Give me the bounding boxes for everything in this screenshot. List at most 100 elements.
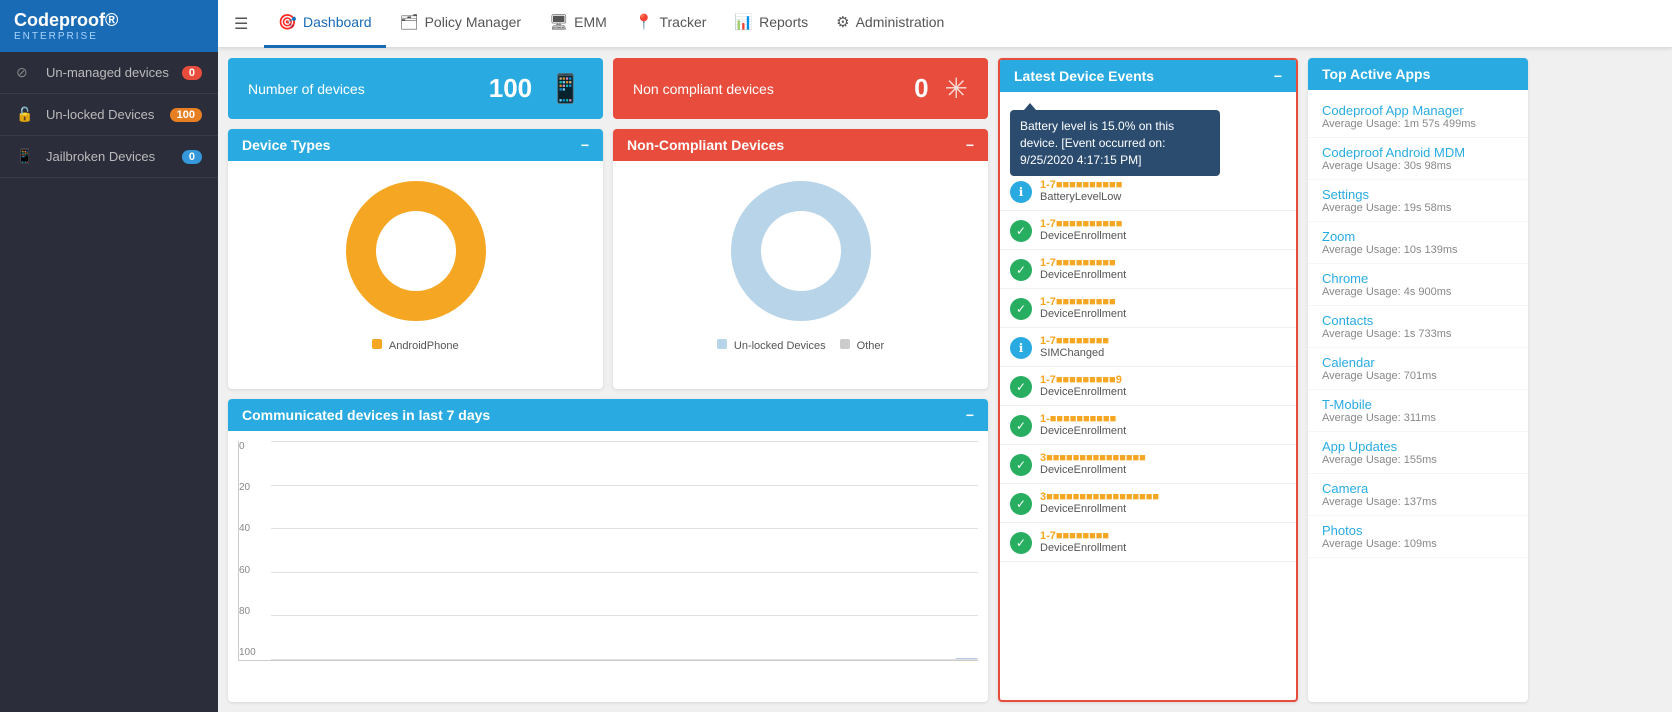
sidebar-item-unlocked[interactable]: 🔓Un-locked Devices100 (0, 94, 218, 136)
app-usage: Average Usage: 311ms (1322, 412, 1514, 424)
event-icon-check: ✓ (1010, 376, 1032, 398)
app-usage: Average Usage: 155ms (1322, 454, 1514, 466)
device-types-title: Device Types (242, 137, 330, 153)
devices-stat-value: 100 (489, 73, 532, 104)
nav-label-emm: EMM (574, 14, 607, 30)
event-text: 1-7■■■■■■■■■9DeviceEnrollment (1040, 374, 1126, 398)
sidebar: Codeproof® ENTERPRISE ⊘Un-managed device… (0, 0, 218, 712)
sidebar-label-jailbroken: Jailbroken Devices (46, 149, 182, 164)
nav-item-emm[interactable]: 🖥EMM (535, 0, 621, 48)
app-usage: Average Usage: 10s 139ms (1322, 244, 1514, 256)
app-item: ContactsAverage Usage: 1s 733ms (1308, 306, 1528, 348)
event-item[interactable]: ✓1-7■■■■■■■■■DeviceEnrollment (1000, 250, 1296, 289)
logo-subtitle: ENTERPRISE (14, 31, 204, 42)
nav-icon-policy: 🗂 (400, 13, 419, 31)
sidebar-item-jailbroken[interactable]: 📱Jailbroken Devices0 (0, 136, 218, 178)
app-name[interactable]: Calendar (1322, 355, 1514, 370)
app-name[interactable]: Photos (1322, 523, 1514, 538)
event-text: 1-7■■■■■■■■DeviceEnrollment (1040, 530, 1126, 554)
app-name[interactable]: Zoom (1322, 229, 1514, 244)
app-name[interactable]: Codeproof Android MDM (1322, 145, 1514, 160)
app-usage: Average Usage: 1m 57s 499ms (1322, 118, 1514, 130)
app-usage: Average Usage: 137ms (1322, 496, 1514, 508)
event-icon-info: ℹ (1010, 337, 1032, 359)
app-item: App UpdatesAverage Usage: 155ms (1308, 432, 1528, 474)
bar-fill (955, 658, 978, 660)
noncompliant-stat-label: Non compliant devices (633, 81, 774, 97)
nav-label-policy: Policy Manager (425, 14, 522, 30)
app-item: T-MobileAverage Usage: 311ms (1308, 390, 1528, 432)
event-item[interactable]: ✓1-7■■■■■■■■DeviceEnrollment (1000, 523, 1296, 562)
nav-item-reports[interactable]: 📊Reports (720, 0, 822, 48)
event-text: 3■■■■■■■■■■■■■■■DeviceEnrollment (1040, 452, 1146, 476)
app-item: PhotosAverage Usage: 109ms (1308, 516, 1528, 558)
app-name[interactable]: Chrome (1322, 271, 1514, 286)
nav-item-admin[interactable]: ⚙Administration (822, 0, 958, 48)
app-usage: Average Usage: 701ms (1322, 370, 1514, 382)
sidebar-badge-unmanaged: 0 (182, 66, 202, 80)
nav-item-policy[interactable]: 🗂 Policy Manager (386, 0, 536, 48)
event-icon-check: ✓ (1010, 415, 1032, 437)
event-item[interactable]: ✓ 1-7■■■■■■■■■■DeviceEnrollment (1000, 211, 1296, 250)
event-item[interactable]: ✓1-7■■■■■■■■■DeviceEnrollment (1000, 289, 1296, 328)
event-item[interactable]: ℹ 1-7■■■■■■■■SIMChanged (1000, 328, 1296, 367)
topnav: ☰ 🎯Dashboard🗂Policy Manager🖥EMM📍Tracker📊… (218, 0, 1672, 48)
event-device-id: 1-7■■■■■■■■ (1040, 530, 1126, 542)
sidebar-item-unmanaged[interactable]: ⊘Un-managed devices0 (0, 52, 218, 94)
event-text: 3■■■■■■■■■■■■■■■■■DeviceEnrollment (1040, 491, 1159, 515)
app-name[interactable]: Settings (1322, 187, 1514, 202)
app-item: SettingsAverage Usage: 19s 58ms (1308, 180, 1528, 222)
devices-stat-card: Number of devices 100 📱 (228, 58, 603, 119)
hamburger-icon[interactable]: ☰ (234, 14, 248, 34)
noncompliant-devices-minimize[interactable]: − (966, 137, 974, 153)
noncompliant-devices-chart (721, 171, 881, 331)
latest-events-minimize[interactable]: − (1274, 68, 1282, 84)
app-item: ZoomAverage Usage: 10s 139ms (1308, 222, 1528, 264)
noncompliant-stat-card: Non compliant devices 0 ✳ (613, 58, 988, 119)
app-usage: Average Usage: 109ms (1322, 538, 1514, 550)
app-name[interactable]: T-Mobile (1322, 397, 1514, 412)
sidebar-icon-jailbroken: 📱 (16, 148, 36, 165)
event-icon-check: ✓ (1010, 298, 1032, 320)
event-item[interactable]: ✓ 3■■■■■■■■■■■■■■■■■DeviceEnrollment (1000, 484, 1296, 523)
app-name[interactable]: Contacts (1322, 313, 1514, 328)
event-list: ℹ1-7■■■■■■■■■■BatteryLevelLow✓1-7■■■■■■■… (1000, 92, 1296, 700)
noncompliant-devices-title: Non-Compliant Devices (627, 137, 784, 153)
device-types-minimize[interactable]: − (581, 137, 589, 153)
event-icon-check: ✓ (1010, 493, 1032, 515)
sidebar-badge-unlocked: 100 (170, 108, 202, 122)
event-type-label: DeviceEnrollment (1040, 503, 1159, 515)
charts-row: Device Types − AndroidPhone (228, 129, 988, 389)
event-icon-check: ✓ (1010, 454, 1032, 476)
nav-icon-reports: 📊 (734, 13, 753, 31)
device-types-legend: AndroidPhone (372, 339, 458, 352)
nav-item-tracker[interactable]: 📍Tracker (621, 0, 721, 48)
app-item: Codeproof App ManagerAverage Usage: 1m 5… (1308, 96, 1528, 138)
event-text: 1-7■■■■■■■■SIMChanged (1040, 335, 1109, 359)
bar-chart-area: 100 80 60 40 20 0 (238, 441, 978, 661)
app-name[interactable]: Camera (1322, 481, 1514, 496)
app-name[interactable]: App Updates (1322, 439, 1514, 454)
event-device-id: 1-7■■■■■■■■■ (1040, 257, 1126, 269)
noncompliant-stat-value: 0 (914, 73, 928, 104)
event-text: 1-7■■■■■■■■■DeviceEnrollment (1040, 257, 1126, 281)
legend-androidphone: AndroidPhone (372, 339, 458, 352)
event-device-id: 3■■■■■■■■■■■■■■■ (1040, 452, 1146, 464)
event-item[interactable]: ℹ1-7■■■■■■■■■■BatteryLevelLow (1000, 172, 1296, 211)
event-item[interactable]: ✓1-■■■■■■■■■■DeviceEnrollment (1000, 406, 1296, 445)
app-name[interactable]: Codeproof App Manager (1322, 103, 1514, 118)
legend-dot-unlocked (717, 339, 727, 349)
legend-other: Other (840, 339, 885, 352)
device-types-chart (336, 171, 496, 331)
latest-events-title: Latest Device Events (1014, 68, 1154, 84)
event-icon-check: ✓ (1010, 220, 1032, 242)
event-item[interactable]: ✓ 3■■■■■■■■■■■■■■■DeviceEnrollment (1000, 445, 1296, 484)
device-types-header: Device Types − (228, 129, 603, 161)
event-text: 1-7■■■■■■■■■■DeviceEnrollment (1040, 218, 1126, 242)
nav-item-dashboard[interactable]: 🎯Dashboard (264, 0, 385, 48)
event-device-id: 1-7■■■■■■■■■■ (1040, 218, 1126, 230)
event-item[interactable]: ✓ 1-7■■■■■■■■■9DeviceEnrollment (1000, 367, 1296, 406)
event-type-label: BatteryLevelLow (1040, 191, 1122, 203)
communicated-minimize[interactable]: − (966, 407, 974, 423)
noncompliant-spin-icon: ✳ (945, 72, 968, 105)
